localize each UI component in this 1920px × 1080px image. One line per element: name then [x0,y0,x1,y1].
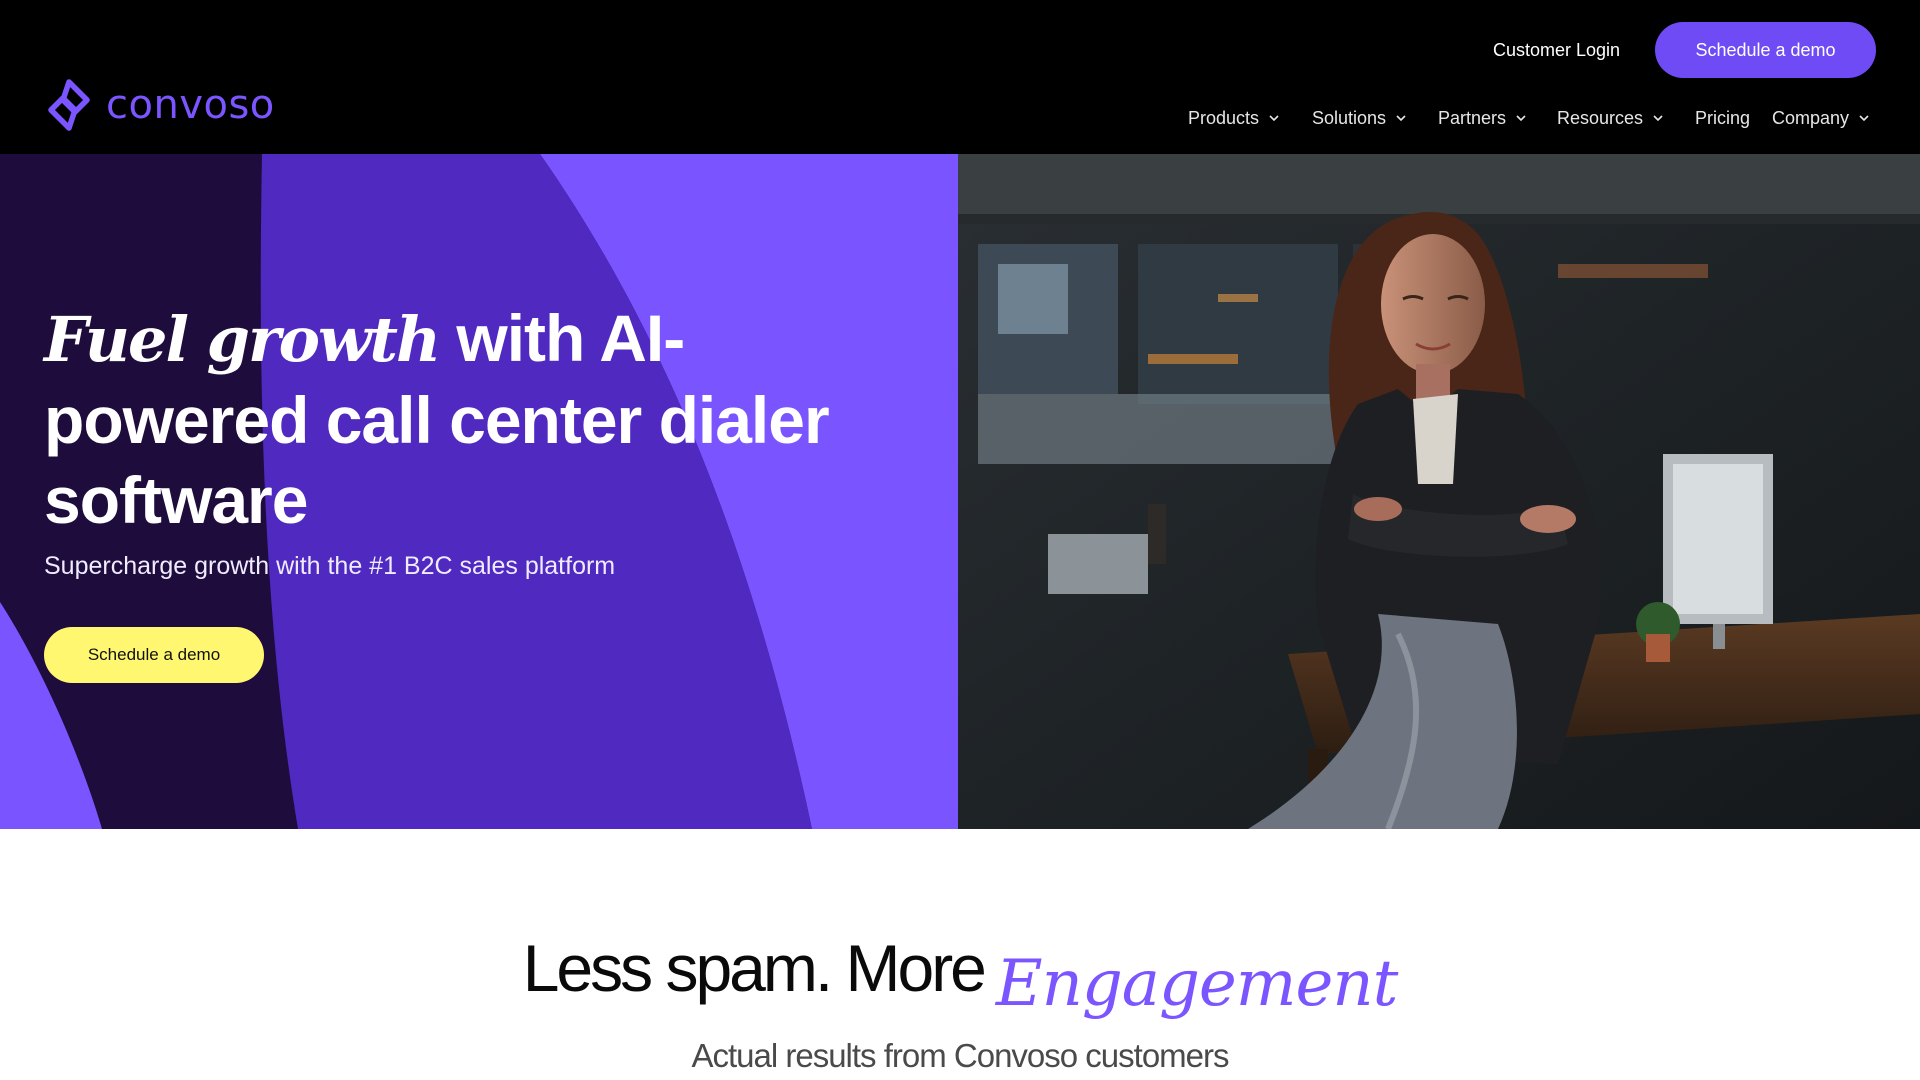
chevron-down-icon [1269,115,1279,122]
nav-item-pricing[interactable]: Pricing [1695,104,1750,132]
chevron-down-icon [1859,115,1869,122]
chevron-down-icon [1396,115,1406,122]
results-heading-plain: Less spam. More [522,931,987,1005]
nav-item-label: Resources [1557,107,1644,128]
nav-item-label: Company [1772,107,1850,128]
chevron-down-icon [1653,115,1663,122]
nav-item-resources[interactable]: Resources [1557,104,1665,132]
nav-item-partners[interactable]: Partners [1438,104,1528,132]
customer-login-link[interactable]: Customer Login [1493,36,1620,64]
nav-item-products[interactable]: Products [1188,104,1281,132]
results-heading-accent: Engagement [995,947,1398,1021]
hero-section: Fuel growth with AI-powered call center … [0,154,1920,829]
hero-title: Fuel growth with AI-powered call center … [44,298,864,540]
nav-item-label: Solutions [1312,107,1387,128]
results-heading: Less spam. More Engagement [0,930,1920,1030]
nav-item-label: Products [1188,107,1260,128]
nav-item-label: Pricing [1695,107,1751,128]
site-header: convoso Customer Login Schedule a demo P… [0,0,1920,154]
main-nav: Products Solutions Partners Resources Pr… [0,104,1920,132]
schedule-demo-button[interactable]: Schedule a demo [1655,22,1876,78]
woman-in-office-image [958,154,1920,829]
hero-schedule-demo-button[interactable]: Schedule a demo [44,627,264,683]
nav-item-label: Partners [1438,107,1507,128]
nav-item-solutions[interactable]: Solutions [1312,104,1408,132]
chevron-down-icon [1516,115,1526,122]
results-subheading: Actual results from Convoso customers [691,1037,1229,1074]
hero-title-italic: Fuel growth [44,303,441,376]
nav-item-company[interactable]: Company [1772,104,1871,132]
hero-photo [958,154,1920,829]
hero-subtitle: Supercharge growth with the #1 B2C sales… [44,552,616,580]
